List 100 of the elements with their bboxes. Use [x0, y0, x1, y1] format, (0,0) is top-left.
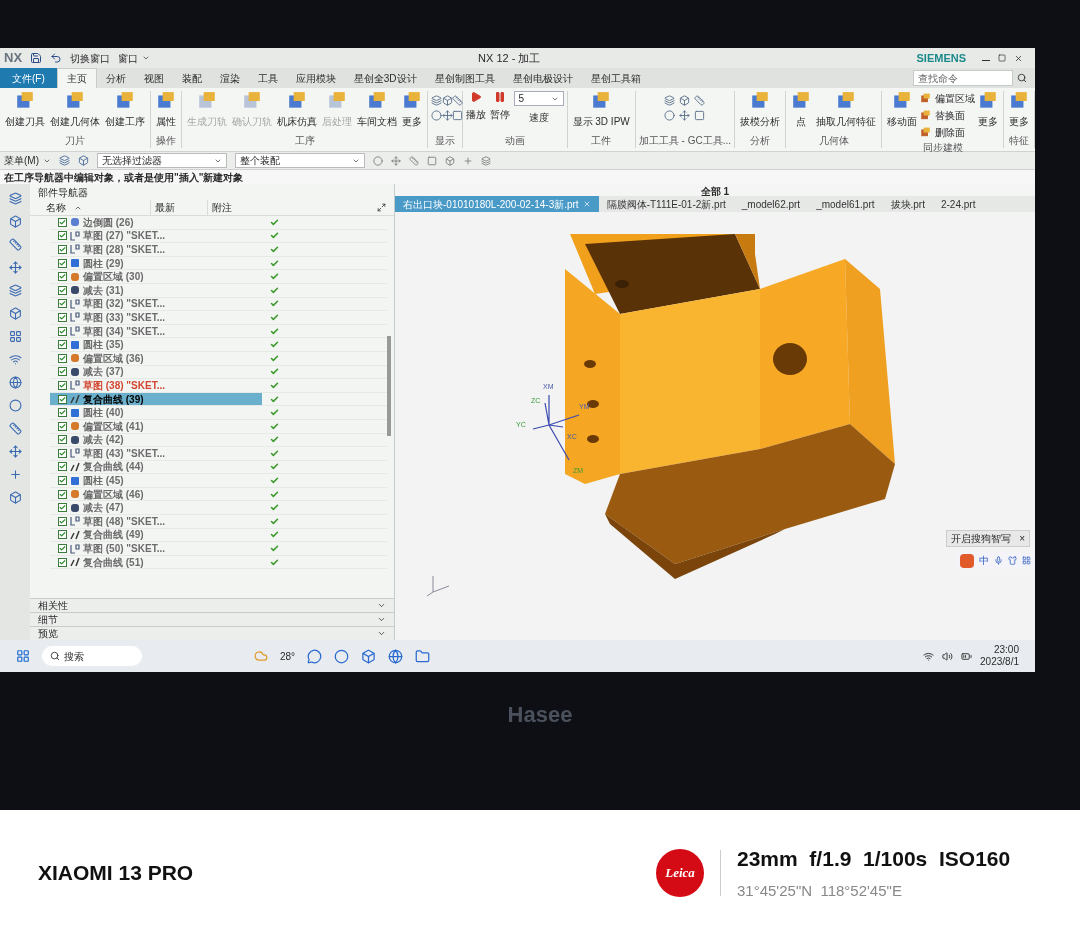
checkbox[interactable]	[58, 557, 67, 567]
search-icon[interactable]	[1017, 73, 1027, 83]
checkbox[interactable]	[58, 245, 67, 254]
resource-tab-icon[interactable]	[8, 192, 22, 205]
collapsible-section[interactable]: 细节	[30, 612, 394, 626]
resource-tab-icon[interactable]	[8, 491, 22, 504]
checkbox[interactable]	[58, 367, 67, 377]
checkbox[interactable]	[58, 489, 67, 499]
checkbox[interactable]	[58, 272, 67, 282]
tree-row[interactable]: 减去 (31)	[50, 283, 262, 297]
ribbon-button[interactable]: 更多	[1007, 91, 1031, 129]
ribbon-tab[interactable]: 应用模块	[286, 68, 345, 88]
scrollbar[interactable]	[387, 336, 391, 436]
checkbox[interactable]	[58, 503, 67, 513]
close-icon[interactable]	[1014, 53, 1023, 63]
tree-row[interactable]: 草图 (34) "SKET...	[50, 324, 262, 338]
ribbon-button[interactable]: 删除面	[920, 125, 975, 140]
snap-icon[interactable]	[445, 155, 455, 166]
checkbox[interactable]	[58, 285, 67, 295]
shirt-icon[interactable]	[1008, 556, 1017, 565]
ribbon-tab[interactable]: 视图	[134, 68, 173, 88]
checkbox[interactable]	[58, 544, 67, 554]
app-icon[interactable]	[307, 648, 323, 664]
file-tab[interactable]: _model61.prt	[808, 196, 883, 212]
menu-button[interactable]: 菜单(M)	[4, 153, 51, 168]
resource-tab-icon[interactable]	[8, 376, 22, 389]
resource-tab-icon[interactable]	[8, 284, 22, 297]
ribbon-tab[interactable]: 星创制图工具	[425, 68, 504, 88]
ribbon-tab[interactable]: 星创电极设计	[503, 68, 582, 88]
tree-row[interactable]: 草图 (27) "SKET...	[50, 229, 262, 243]
resource-tab-icon[interactable]	[8, 261, 22, 274]
tree-row[interactable]: 偏置区域 (30)	[50, 270, 262, 283]
resource-tab-icon[interactable]	[8, 215, 22, 228]
checkbox[interactable]	[58, 462, 67, 472]
snap-icon[interactable]	[463, 155, 473, 166]
file-tab[interactable]: 隔膜阀体-T111E-01-2新.prt	[598, 196, 734, 212]
checkbox[interactable]	[58, 476, 67, 486]
tree-row[interactable]: 草图 (38) "SKET...	[50, 379, 262, 392]
tree-row[interactable]: 圆柱 (35)	[50, 338, 262, 351]
tree-row[interactable]: 复合曲线 (49)	[50, 528, 262, 542]
resource-tab-icon[interactable]	[8, 399, 22, 412]
snap-icon[interactable]	[481, 155, 491, 166]
tree-row[interactable]: 减去 (37)	[50, 365, 262, 379]
resource-tab-icon[interactable]	[8, 330, 22, 343]
ribbon-tab[interactable]: 工具	[248, 68, 287, 88]
ribbon-tab[interactable]: 分析	[96, 68, 135, 88]
ribbon-button[interactable]: 替换面	[920, 108, 975, 123]
play-button[interactable]: 播放	[465, 91, 486, 122]
ribbon-button[interactable]: 创建几何体	[48, 91, 102, 129]
tree-row[interactable]: 减去 (47)	[50, 501, 262, 515]
tree-row[interactable]: 边倒圆 (26)	[50, 216, 262, 229]
tree-row[interactable]: 草图 (32) "SKET...	[50, 297, 262, 311]
battery-icon[interactable]	[961, 650, 973, 662]
ribbon-button[interactable]: 创建工序	[103, 91, 147, 129]
app-icon[interactable]	[361, 648, 377, 664]
checkbox[interactable]	[58, 217, 67, 227]
tool-icon[interactable]	[431, 95, 442, 106]
app-icon[interactable]	[388, 648, 404, 664]
checkbox[interactable]	[58, 530, 67, 540]
resource-tab-icon[interactable]	[8, 353, 22, 366]
checkbox[interactable]	[58, 448, 67, 458]
ribbon-button[interactable]: 显示 3D IPW	[570, 91, 632, 129]
tool-icon[interactable]	[679, 110, 691, 121]
tree-row[interactable]: 减去 (42)	[50, 433, 262, 447]
app-icon[interactable]	[334, 648, 350, 664]
restore-icon[interactable]	[998, 54, 1006, 62]
resource-tab-icon[interactable]	[8, 445, 22, 458]
column-header[interactable]: 名称	[30, 200, 150, 215]
resource-tab-icon[interactable]	[8, 422, 22, 435]
tree-row[interactable]: 圆柱 (40)	[50, 406, 262, 419]
checkbox[interactable]	[58, 435, 67, 445]
tree-row[interactable]: 草图 (28) "SKET...	[50, 243, 262, 256]
tool-icon[interactable]	[694, 95, 706, 106]
speed-field[interactable]: 5	[513, 91, 564, 106]
collapsible-section[interactable]: 相关性	[30, 598, 394, 612]
ribbon-tab[interactable]: 装配	[172, 68, 211, 88]
filter-dropdown[interactable]: 无选择过滤器	[97, 153, 227, 168]
grid-icon[interactable]	[1022, 556, 1031, 565]
app-icon[interactable]	[415, 648, 431, 664]
ribbon-tab[interactable]: 星创全3D设计	[344, 68, 426, 88]
volume-icon[interactable]	[942, 650, 954, 662]
collapsible-section[interactable]: 预览	[30, 626, 394, 640]
maximize-icon[interactable]	[377, 203, 386, 212]
tree-row[interactable]: 偏置区域 (36)	[50, 351, 262, 365]
ribbon-button[interactable]: 更多	[400, 91, 424, 129]
ribbon-tab[interactable]: 渲染	[210, 68, 249, 88]
checkbox[interactable]	[58, 258, 67, 268]
checkbox[interactable]	[58, 394, 67, 404]
ribbon-button[interactable]: 车间文档	[355, 91, 399, 129]
ribbon-button[interactable]: 拔模分析	[738, 91, 782, 129]
checkbox[interactable]	[58, 380, 67, 390]
close-button[interactable]: ×	[1019, 531, 1025, 546]
resource-tab-icon[interactable]	[8, 238, 22, 251]
ime-mode-label[interactable]: 中	[979, 553, 989, 568]
tool-icon[interactable]	[664, 110, 676, 121]
column-header[interactable]: 附注	[207, 200, 264, 215]
tree-row[interactable]: 偏置区域 (46)	[50, 487, 262, 501]
tool-icon[interactable]	[452, 110, 463, 121]
checkbox[interactable]	[58, 312, 67, 322]
tree-row[interactable]: 复合曲线 (44)	[50, 460, 262, 474]
